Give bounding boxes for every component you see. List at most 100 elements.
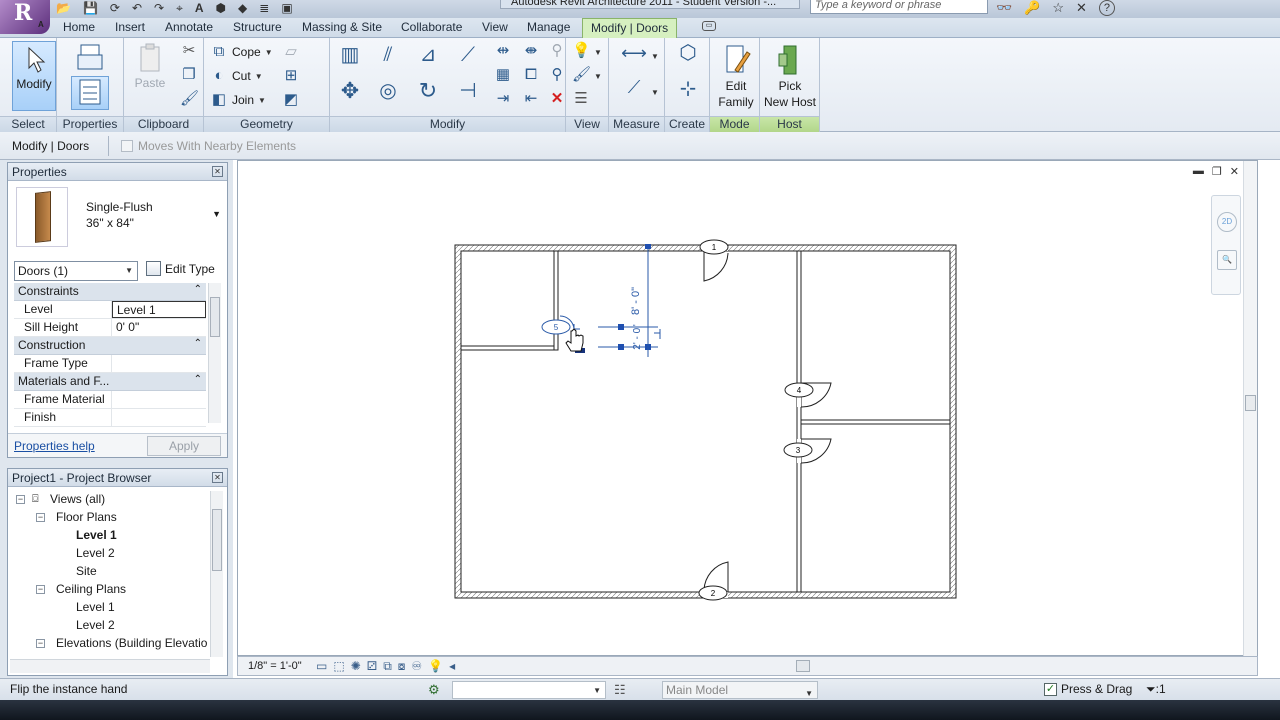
property-value-level[interactable]: Level 1 <box>112 301 206 318</box>
favorites-star-icon[interactable]: ☆ <box>1052 0 1064 16</box>
mirror-pick-axis-icon[interactable]: ⊿ <box>414 45 442 72</box>
canvas-horizontal-scrollbar[interactable] <box>496 660 1236 672</box>
tab-collaborate[interactable]: Collaborate <box>401 20 462 34</box>
delete-icon[interactable]: ✕ <box>548 90 566 108</box>
tree-item-site[interactable]: Site <box>10 563 210 581</box>
workset-select[interactable]: ▼ <box>452 681 606 699</box>
reveal-hidden-icon[interactable]: 💡 <box>428 659 443 674</box>
binoculars-icon[interactable]: 👓 <box>996 0 1012 16</box>
cope-button[interactable]: ⧉ Cope ▼ <box>210 43 273 61</box>
group-construction[interactable]: Construction ⌃ <box>14 337 206 355</box>
measure-icon[interactable]: ⌖ <box>176 1 183 16</box>
cut-geometry-button[interactable]: ◐ Cut ▼ <box>210 67 262 85</box>
dimension-dropdown-icon[interactable]: ▼ <box>651 88 659 97</box>
visual-style-icon[interactable]: ⬚ <box>333 659 344 674</box>
collapse-icon[interactable]: ⌃ <box>194 374 202 385</box>
shadows-icon[interactable]: ⚂ <box>367 659 377 674</box>
trim-extend-icon[interactable]: ⊣ <box>454 81 482 110</box>
tab-structure[interactable]: Structure <box>233 20 282 34</box>
align-icon[interactable]: ▥ <box>336 45 364 72</box>
tree-item-floor-level-1[interactable]: Level 1 <box>10 527 210 545</box>
split-face-icon[interactable]: ▱ <box>282 43 300 61</box>
browser-horizontal-scrollbar[interactable] <box>10 659 210 673</box>
measure-dropdown-icon[interactable]: ▼ <box>651 52 659 61</box>
mirror-draw-axis-icon[interactable]: ⟋ <box>454 45 482 72</box>
type-dropdown-icon[interactable]: ▼ <box>212 209 221 219</box>
edit-type-button[interactable]: Edit Type <box>146 261 215 276</box>
trim-multiple-icon[interactable]: ⇤ <box>522 90 540 108</box>
offset-icon[interactable]: ⫽ <box>374 45 402 72</box>
view-scale-button[interactable]: 1/8" = 1'-0" <box>248 660 302 672</box>
undo-icon[interactable]: ↶ <box>132 1 142 15</box>
tab-insert[interactable]: Insert <box>115 20 145 34</box>
detail-level-icon[interactable]: ▭ <box>316 659 327 674</box>
measure-between-icon[interactable]: ⟷ <box>619 44 649 62</box>
design-option-select[interactable]: Main Model ▼ <box>662 681 818 699</box>
pick-new-host-button[interactable]: Pick New Host <box>762 42 818 112</box>
tree-item-floor-plans[interactable]: − Floor Plans <box>10 509 210 527</box>
trim-single-icon[interactable]: ⇥ <box>494 90 512 108</box>
design-options-icon[interactable]: ☷ <box>614 682 626 698</box>
drawing-area[interactable]: ▬ ❐ ✕ 1 2 4 3 5 8' - 0" 2' - 0" 2D 🔍 <box>237 160 1258 657</box>
override-graphics-icon[interactable]: 🖌 <box>572 66 591 84</box>
rotate-icon[interactable]: ↻ <box>414 80 442 110</box>
close-icon[interactable]: ✕ <box>212 166 223 177</box>
save-icon[interactable]: 💾 <box>83 1 98 15</box>
override-dropdown-icon[interactable]: ▼ <box>594 72 602 81</box>
text-icon[interactable]: A <box>195 1 204 15</box>
unpin-icon[interactable]: ⚲ <box>548 42 566 60</box>
subscription-key-icon[interactable]: 🔑 <box>1024 0 1040 16</box>
create-assembly-icon[interactable]: ⬡ <box>675 43 701 70</box>
sync-icon[interactable]: ⟳ <box>110 1 120 15</box>
collapse-toggle-icon[interactable]: − <box>36 513 45 522</box>
tab-massing-site[interactable]: Massing & Site <box>302 20 382 34</box>
tree-item-views-all[interactable]: − ⌼ Views (all) <box>10 491 210 509</box>
properties-scrollbar[interactable] <box>208 283 221 423</box>
group-constraints[interactable]: Constraints ⌃ <box>14 283 206 301</box>
array-icon[interactable]: ▦ <box>494 66 512 84</box>
property-value-finish[interactable] <box>112 409 206 426</box>
scrollbar-thumb[interactable] <box>796 660 810 672</box>
sun-path-icon[interactable]: ✺ <box>351 659 361 674</box>
pin-icon[interactable]: ⚲ <box>548 66 566 84</box>
scrollbar-thumb[interactable] <box>210 297 220 337</box>
split-element-icon[interactable]: ⇹ <box>494 42 512 60</box>
wall-joins-icon[interactable]: ⊞ <box>282 67 300 85</box>
property-value-sill-height[interactable]: 0' 0" <box>112 319 206 336</box>
properties-help-link[interactable]: Properties help <box>14 439 95 453</box>
tree-item-ceiling-level-2[interactable]: Level 2 <box>10 617 210 635</box>
show-crop-icon[interactable]: ⧇ <box>398 659 406 674</box>
press-drag-checkbox[interactable]: ✓ <box>1044 682 1057 696</box>
browser-scrollbar[interactable] <box>210 491 223 657</box>
minimize-ribbon-icon[interactable]: ▭ <box>702 21 716 31</box>
worksets-icon[interactable]: ⚙ <box>428 682 440 698</box>
help-icon[interactable]: ? <box>1098 0 1115 16</box>
split-gap-icon[interactable]: ⇼ <box>522 42 540 60</box>
tree-item-ceiling-level-1[interactable]: Level 1 <box>10 599 210 617</box>
3d-view-icon[interactable]: ⬢ <box>216 1 226 15</box>
application-menu-button[interactable]: R A <box>0 0 50 34</box>
type-selector[interactable]: Single-Flush 36" x 84" ▼ <box>8 181 227 253</box>
collapse-toggle-icon[interactable]: − <box>16 495 25 504</box>
type-properties-button[interactable] <box>71 41 109 77</box>
hide-dropdown-icon[interactable]: ▼ <box>594 48 602 57</box>
create-similar-icon[interactable]: ⊹ <box>675 79 701 106</box>
tab-annotate[interactable]: Annotate <box>165 20 213 34</box>
collapse-toggle-icon[interactable]: − <box>36 585 45 594</box>
property-value-frame-material[interactable] <box>112 391 206 408</box>
tab-manage[interactable]: Manage <box>527 20 570 34</box>
scrollbar-thumb[interactable] <box>1245 395 1256 411</box>
copy-element-icon[interactable]: ◎ <box>374 81 402 110</box>
selection-filter[interactable]: ⏷:1 <box>1146 682 1166 697</box>
group-materials[interactable]: Materials and F... ⌃ <box>14 373 206 391</box>
canvas-vertical-scrollbar[interactable] <box>1243 161 1257 657</box>
steering-wheel-icon[interactable]: 2D <box>1217 212 1237 232</box>
modify-button[interactable]: Modify <box>12 41 56 111</box>
collapse-icon[interactable]: ⌃ <box>194 284 202 295</box>
close-x-icon[interactable]: ✕ <box>1076 0 1087 16</box>
move-icon[interactable]: ✥ <box>336 80 364 110</box>
tab-modify-doors[interactable]: Modify | Doors <box>582 18 678 38</box>
zoom-icon[interactable]: 🔍 <box>1217 250 1237 270</box>
moves-with-nearby-checkbox[interactable] <box>121 140 133 152</box>
copy-icon[interactable]: ❐ <box>180 66 198 84</box>
